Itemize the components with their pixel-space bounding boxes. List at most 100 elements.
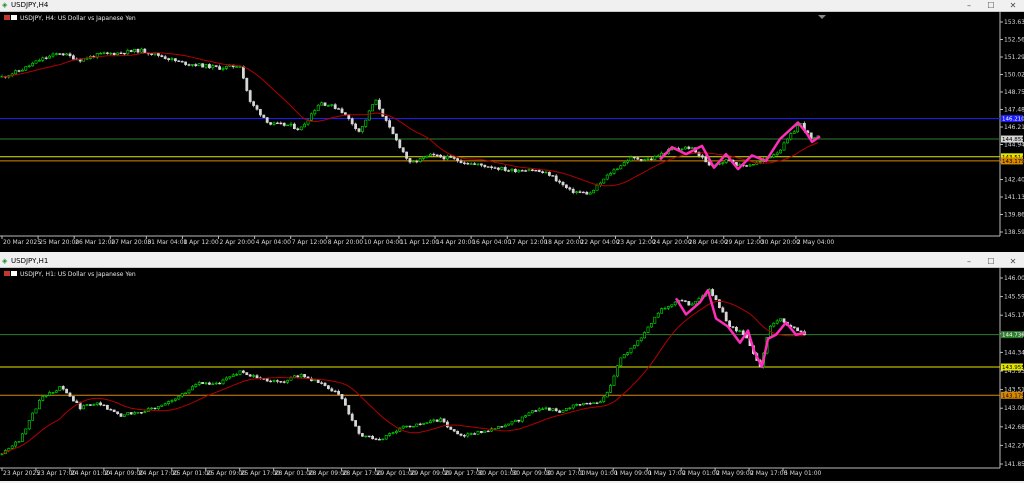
time-label: 17 Apr 12:00 [508, 239, 547, 246]
candle [527, 411, 531, 416]
candle [792, 129, 796, 134]
candle [201, 382, 205, 384]
time-label: 2 May 17:00 [750, 470, 788, 477]
candle [333, 389, 337, 393]
window-title-h1: USDJPY,H1 [11, 257, 49, 265]
candle [411, 425, 415, 428]
price-label: 144.340 [1004, 349, 1024, 356]
candle [476, 430, 480, 435]
candle [323, 382, 327, 387]
candle [228, 376, 232, 380]
candle [530, 410, 534, 414]
candle [27, 419, 31, 431]
candle [320, 380, 324, 385]
candle [507, 169, 511, 172]
candle [191, 384, 194, 391]
candle [170, 399, 174, 404]
candle [530, 168, 534, 172]
candle [381, 108, 385, 117]
candle [37, 58, 41, 62]
candle [242, 369, 245, 374]
time-label: 24 Apr 20:00 [653, 239, 692, 246]
minimize-button[interactable]: – [958, 256, 980, 267]
candle [615, 365, 619, 378]
candle [493, 166, 497, 169]
candle [503, 423, 507, 428]
candle [184, 61, 188, 66]
candle [541, 407, 545, 410]
candle [452, 428, 456, 433]
candle [558, 179, 562, 185]
window-titlebar-h4: ◈ USDJPY,H4 – ☐ ✕ [0, 0, 1024, 12]
candle [41, 395, 45, 402]
candle [391, 431, 395, 435]
candle [775, 319, 779, 325]
candle [782, 141, 786, 151]
candle [364, 119, 368, 128]
price-chart-h1[interactable]: 146.005145.590145.175144.760144.340143.9… [0, 268, 1024, 481]
candle [666, 305, 670, 310]
candle [208, 63, 211, 70]
price-label: 141.130 [1004, 194, 1024, 201]
close-button[interactable]: ✕ [1002, 0, 1024, 11]
time-label: 27 Mar 20:00 [111, 239, 151, 246]
candle [673, 300, 677, 307]
candle [588, 401, 592, 405]
candle [31, 412, 35, 421]
candle [340, 394, 344, 400]
flag-usd-icon [4, 271, 10, 276]
candle [252, 100, 256, 108]
candle [225, 376, 228, 381]
candle [602, 178, 606, 184]
chart-window-h1: ◈ USDJPY,H1 – ☐ ✕ 146.005 145.590 145.175 1… [0, 256, 1024, 481]
candle [561, 409, 565, 413]
candle [177, 395, 181, 400]
candle [221, 378, 225, 385]
maximize-button[interactable]: ☐ [980, 0, 1002, 11]
candle [286, 379, 290, 385]
candle [211, 64, 215, 70]
candle [490, 165, 494, 170]
candle [61, 52, 65, 57]
candle [442, 155, 446, 161]
price-chart-h4[interactable]: 153.630 152.560 151.290 150.020 148.750 147.4… [0, 12, 1024, 252]
chart-area-h1[interactable]: 146.005145.590145.175144.760144.340143.9… [0, 268, 1024, 481]
candle [146, 406, 150, 413]
candle [479, 163, 483, 168]
candle [51, 391, 55, 394]
candle [564, 184, 568, 190]
candle [524, 169, 528, 172]
candle [255, 104, 259, 111]
candle [751, 164, 755, 166]
candle [160, 54, 164, 58]
candle [279, 380, 283, 384]
candle [785, 138, 789, 144]
candle [14, 440, 18, 448]
candle [622, 160, 626, 167]
candle [554, 407, 558, 412]
candle [653, 316, 657, 324]
price-label: 138.590 [1004, 229, 1024, 236]
candle [510, 421, 514, 426]
candle [316, 103, 320, 111]
candle [612, 374, 616, 386]
candle [609, 383, 613, 394]
candle [738, 329, 742, 333]
time-label: 23 Apr 2025 [3, 470, 40, 477]
chart-area-h4[interactable]: 153.630 152.560 151.290 150.020 148.750 147.4… [0, 12, 1024, 252]
candle [262, 114, 266, 118]
candle [204, 381, 208, 386]
minimize-button[interactable]: – [958, 0, 980, 11]
candle [51, 52, 55, 58]
candle [360, 126, 364, 134]
candle [279, 121, 283, 125]
maximize-button[interactable]: ☐ [980, 256, 1002, 267]
symbol-header: USDJPY, H4: US Dollar vs Japanese Yen [4, 15, 136, 22]
candle [558, 409, 562, 413]
candle [34, 60, 38, 64]
candle [204, 63, 208, 69]
close-button[interactable]: ✕ [1002, 256, 1024, 267]
candle [99, 401, 103, 407]
chart-window-icon: ◈ [2, 1, 8, 9]
candle [367, 435, 371, 438]
